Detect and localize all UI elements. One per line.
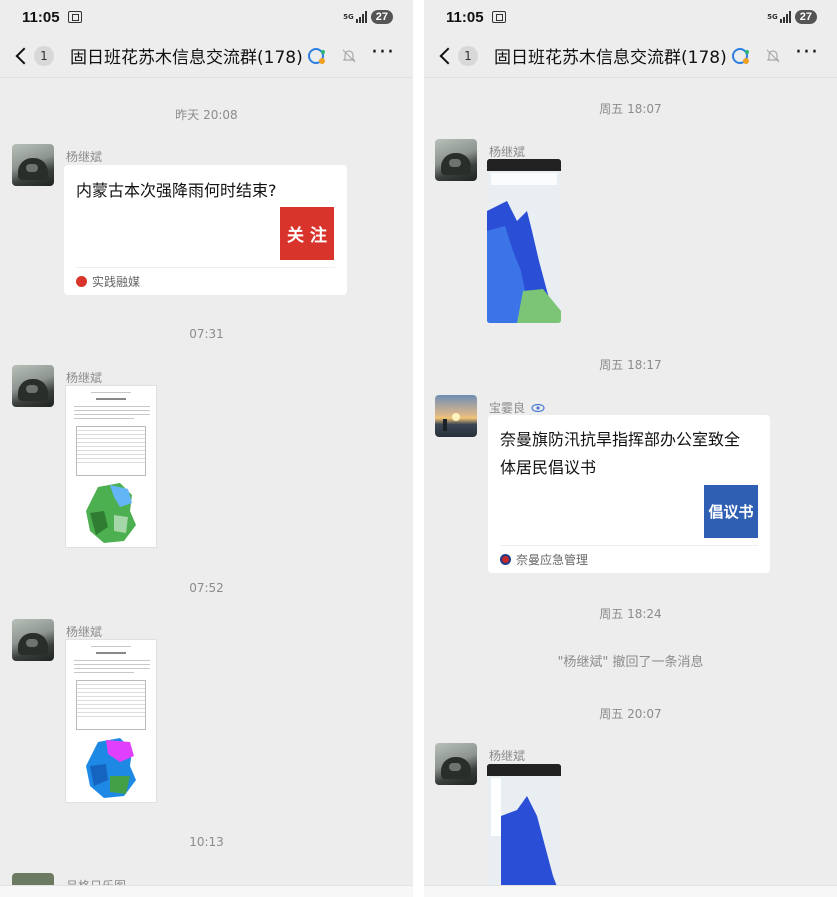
chat-header: 1 固日班花苏木信息交流群(178) ···: [424, 34, 837, 78]
image-message[interactable]: [65, 385, 157, 548]
image-message[interactable]: [487, 159, 561, 323]
avatar[interactable]: [435, 139, 477, 181]
signal-icon: [355, 11, 367, 23]
input-bar[interactable]: [0, 885, 413, 897]
image-message[interactable]: [65, 639, 157, 803]
source-logo-icon: [76, 276, 87, 287]
sender-name: 杨继斌: [489, 749, 526, 763]
right-phone-screen: 11:05 5G 27 1 固日班花苏木信息交流群(178) ··· 周五 18…: [424, 0, 837, 897]
network-type: 5G: [767, 12, 778, 21]
article-title: 内蒙古本次强降雨何时结束?: [76, 181, 277, 200]
image-message[interactable]: [487, 764, 561, 897]
article-title-line: 体居民倡议书: [500, 458, 597, 477]
avatar[interactable]: [12, 619, 54, 661]
more-options-button[interactable]: ···: [371, 42, 395, 64]
battery-icon: 27: [794, 10, 817, 24]
more-options-button[interactable]: ···: [795, 42, 819, 64]
unread-badge[interactable]: 1: [458, 45, 478, 66]
group-title: 固日班花苏木信息交流群(178): [70, 48, 303, 68]
article-card[interactable]: 奈曼旗防汛抗旱指挥部办公室致全 体居民倡议书 倡议书 奈曼应急管理: [488, 415, 770, 573]
chat-header: 1 固日班花苏木信息交流群(178) ···: [0, 34, 413, 78]
avatar[interactable]: [12, 144, 54, 186]
timestamp: 昨天 20:08: [175, 108, 238, 122]
article-card[interactable]: 内蒙古本次强降雨何时结束? 关 注 实践融媒: [64, 165, 347, 295]
mute-bell-icon: [342, 49, 356, 62]
source-name: 奈曼应急管理: [516, 553, 589, 567]
timestamp: 周五 18:17: [599, 358, 662, 372]
sender-name-text: 宝霎良: [489, 401, 526, 415]
signal-icon: [779, 11, 791, 23]
source-logo-icon: [500, 554, 511, 565]
source-name: 实践融媒: [92, 275, 141, 289]
wecom-icon: [731, 47, 749, 64]
status-bar: 11:05 5G 27: [424, 0, 837, 34]
screenshot-icon: [67, 11, 82, 23]
avatar[interactable]: [435, 743, 477, 785]
timestamp: 10:13: [189, 835, 224, 849]
sender-name: 杨继斌: [66, 150, 103, 164]
article-thumbnail: 关 注: [280, 207, 334, 260]
battery-icon: 27: [370, 10, 393, 24]
sender-name: 宝霎良: [489, 399, 545, 416]
timestamp: 07:52: [189, 581, 224, 595]
recall-notice: "杨继斌" 撤回了一条消息: [557, 655, 704, 670]
status-bar: 11:05 5G 27: [0, 0, 413, 34]
avatar[interactable]: [435, 395, 477, 437]
screenshot-icon: [491, 11, 506, 23]
avatar[interactable]: [12, 365, 54, 407]
mute-bell-icon: [766, 49, 780, 62]
timestamp: 周五 18:07: [599, 102, 662, 116]
timestamp: 周五 20:07: [599, 707, 662, 721]
article-source: 奈曼应急管理: [500, 545, 758, 573]
network-type: 5G: [343, 12, 354, 21]
status-eye-icon: [531, 403, 545, 413]
timestamp: 07:31: [189, 327, 224, 341]
back-arrow-icon[interactable]: [438, 46, 452, 66]
article-thumbnail: 倡议书: [704, 485, 758, 538]
status-time: 11:05: [446, 8, 484, 26]
left-phone-screen: 11:05 5G 27 1 固日班花苏木信息交流群(178) ··· 昨天 20…: [0, 0, 413, 897]
timestamp: 周五 18:24: [599, 607, 662, 621]
status-time: 11:05: [22, 8, 60, 26]
map-figure: [86, 738, 136, 798]
sender-name: 杨继斌: [66, 371, 103, 385]
input-bar[interactable]: [424, 885, 837, 897]
unread-badge[interactable]: 1: [34, 45, 54, 66]
article-source: 实践融媒: [76, 267, 335, 295]
sender-name: 杨继斌: [66, 625, 103, 639]
map-figure: [86, 483, 136, 543]
wecom-icon: [307, 47, 325, 64]
sender-name: 杨继斌: [489, 145, 526, 159]
article-title-line: 奈曼旗防汛抗旱指挥部办公室致全: [500, 430, 741, 449]
back-arrow-icon[interactable]: [14, 46, 28, 66]
group-title: 固日班花苏木信息交流群(178): [494, 48, 727, 68]
